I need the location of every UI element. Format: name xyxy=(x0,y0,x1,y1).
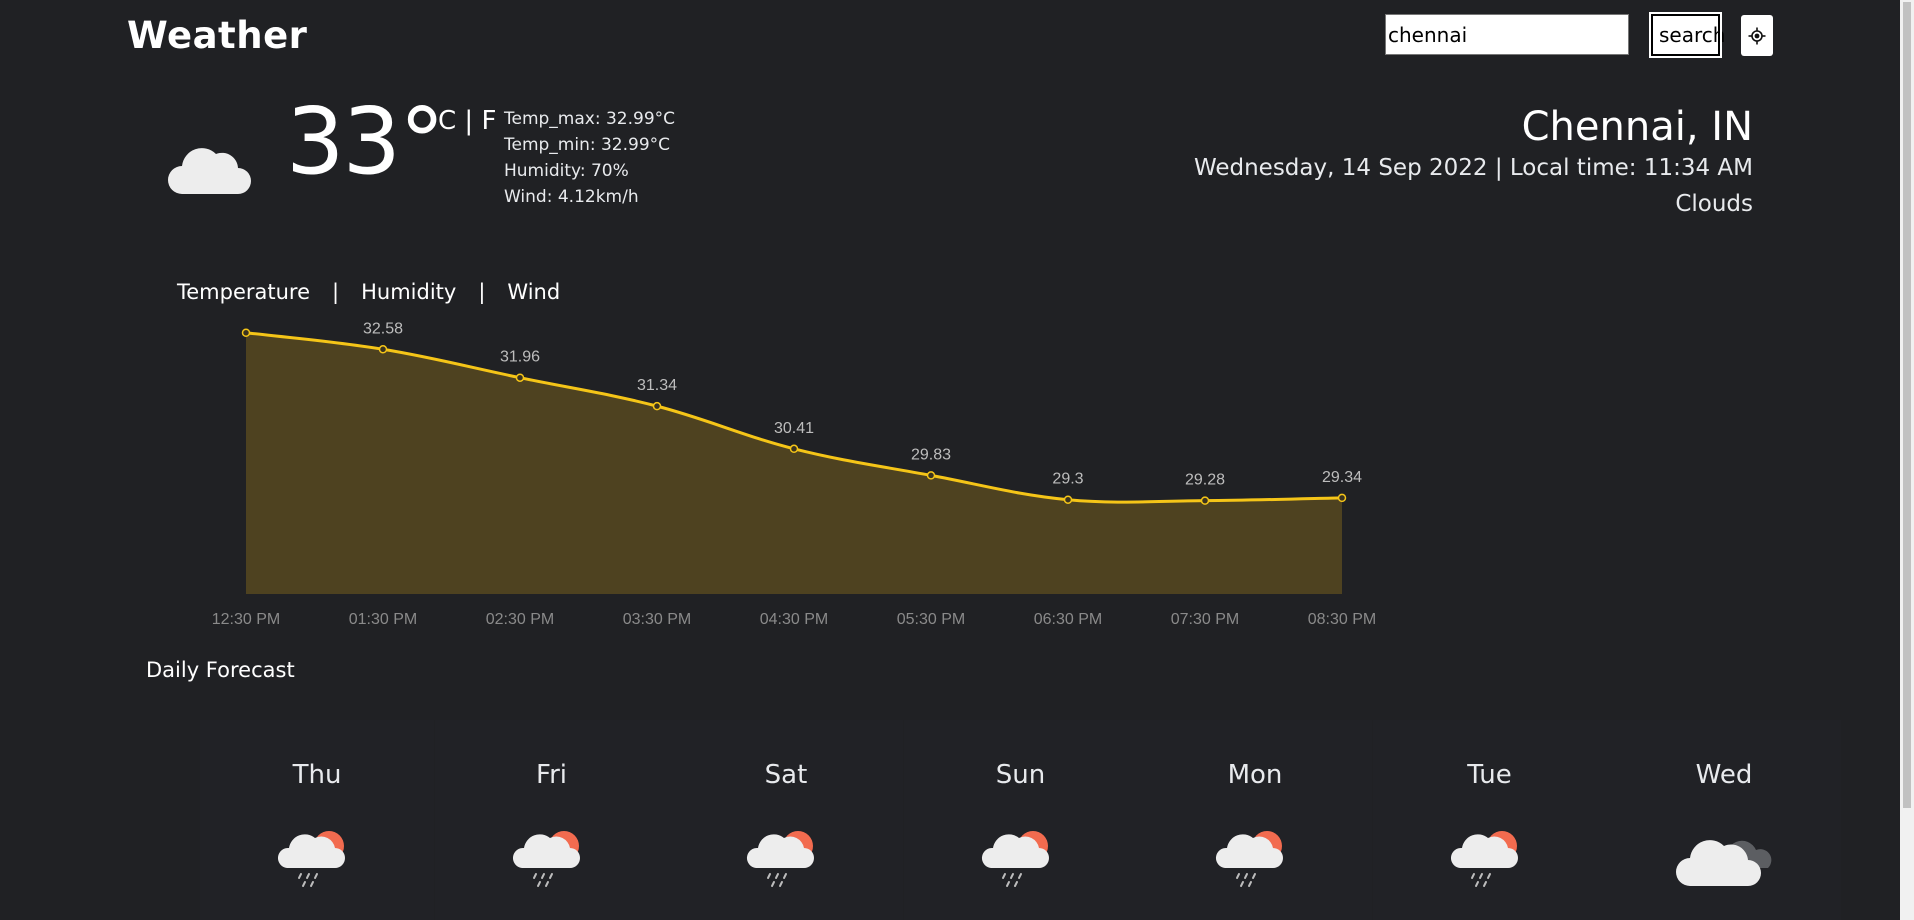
forecast-icon xyxy=(981,824,1061,898)
x-tick-label: 07:30 PM xyxy=(1171,611,1239,628)
tab-temperature[interactable]: Temperature xyxy=(177,280,310,304)
chart-point[interactable] xyxy=(789,444,799,454)
tab-wind[interactable]: Wind xyxy=(507,280,560,304)
search-input[interactable] xyxy=(1385,14,1629,55)
crosshair-icon xyxy=(1748,27,1766,44)
daily-forecast-title: Daily Forecast xyxy=(146,658,295,682)
local-datetime: Wednesday, 14 Sep 2022 | Local time: 11:… xyxy=(1193,155,1753,181)
rain-cloud-sun-icon xyxy=(981,831,1049,887)
tab-humidity[interactable]: Humidity xyxy=(361,280,456,304)
x-tick-label: 12:30 PM xyxy=(212,611,280,628)
humidity: Humidity: 70% xyxy=(504,161,629,181)
rain-cloud-sun-icon xyxy=(1215,831,1283,887)
forecast-icon xyxy=(512,824,592,898)
weather-condition: Clouds xyxy=(1675,191,1753,217)
forecast-day-name: Sun xyxy=(995,760,1046,790)
x-tick-label: 06:30 PM xyxy=(1034,611,1102,628)
chart-data-label: 32.58 xyxy=(363,322,403,337)
cloud-icon xyxy=(1676,840,1772,886)
chart-data-label: 31.96 xyxy=(500,349,540,366)
app-title: Weather xyxy=(127,14,308,57)
x-tick-label: 04:30 PM xyxy=(760,611,828,628)
forecast-day-tue: Tue xyxy=(1372,720,1607,920)
location-button[interactable] xyxy=(1741,15,1773,56)
x-tick-label: 03:30 PM xyxy=(623,611,691,628)
forecast-icon xyxy=(1676,824,1772,892)
chart-point[interactable] xyxy=(241,328,251,338)
daily-forecast: Thu Fri Sat Sun Mon Tue Wed xyxy=(200,720,1850,920)
unit-celsius[interactable]: C xyxy=(438,106,456,136)
chart-data-label: 29.3 xyxy=(1052,471,1083,488)
x-tick-label: 01:30 PM xyxy=(349,611,417,628)
chart-data-label: 29.34 xyxy=(1322,469,1362,486)
temperature-chart: 32.9412:30 PM32.5801:30 PM31.9602:30 PM3… xyxy=(212,322,1376,628)
forecast-icon xyxy=(746,824,826,898)
temp-min: Temp_min: 32.99°C xyxy=(504,135,671,155)
forecast-day-name: Fri xyxy=(536,760,567,790)
tab-separator: | xyxy=(478,280,486,304)
rain-cloud-sun-icon xyxy=(1450,831,1518,887)
unit-toggle: C | F xyxy=(438,106,496,136)
x-tick-label: 08:30 PM xyxy=(1308,611,1376,628)
forecast-day-name: Thu xyxy=(292,760,342,790)
chart-point[interactable] xyxy=(652,401,662,411)
chart-data-label: 30.41 xyxy=(774,420,814,437)
chart-point[interactable] xyxy=(378,345,388,354)
temp-max: Temp_max: 32.99°C xyxy=(504,109,676,129)
chart-data-label: 29.28 xyxy=(1185,472,1225,489)
rain-cloud-sun-icon xyxy=(277,831,345,887)
chart-point[interactable] xyxy=(1200,496,1210,505)
forecast-day-thu: Thu xyxy=(200,720,434,920)
chart-tabs: Temperature | Humidity | Wind xyxy=(177,280,560,304)
search-button[interactable]: search xyxy=(1649,12,1725,58)
tab-separator: | xyxy=(332,280,340,304)
forecast-day-mon: Mon xyxy=(1138,720,1372,920)
chart-point[interactable] xyxy=(926,471,936,480)
chart-point[interactable] xyxy=(515,373,525,382)
chart-area xyxy=(246,332,1342,594)
forecast-day-fri: Fri xyxy=(434,720,669,920)
current-weather-icon xyxy=(168,138,252,200)
rain-cloud-sun-icon xyxy=(746,831,814,887)
rain-cloud-sun-icon xyxy=(512,831,580,887)
x-tick-label: 02:30 PM xyxy=(486,611,554,628)
unit-fahrenheit[interactable]: F xyxy=(481,106,496,136)
chart-data-label: 31.34 xyxy=(637,377,677,394)
forecast-icon xyxy=(1215,824,1295,898)
forecast-day-name: Mon xyxy=(1227,760,1283,790)
forecast-day-name: Tue xyxy=(1467,760,1512,790)
cloud-icon xyxy=(168,148,251,194)
unit-separator: | xyxy=(464,106,474,136)
x-tick-label: 05:30 PM xyxy=(897,611,965,628)
chart-point[interactable] xyxy=(1063,495,1073,504)
forecast-day-wed: Wed xyxy=(1607,720,1841,920)
chart-point[interactable] xyxy=(1337,493,1347,503)
scrollbar[interactable] xyxy=(1900,0,1914,920)
forecast-icon xyxy=(1450,824,1530,898)
city-name: Chennai, IN xyxy=(1521,104,1753,150)
forecast-day-name: Wed xyxy=(1695,760,1753,790)
scrollbar-thumb[interactable] xyxy=(1903,2,1911,808)
weather-details: Temp_max: 32.99°C Temp_min: 32.99°C Humi… xyxy=(504,106,675,210)
forecast-day-sat: Sat xyxy=(669,720,903,920)
chart-data-label: 29.83 xyxy=(911,446,951,463)
forecast-day-name: Sat xyxy=(764,760,808,790)
wind: Wind: 4.12km/h xyxy=(504,187,639,207)
current-temperature: 33° xyxy=(286,88,445,195)
forecast-day-sun: Sun xyxy=(903,720,1138,920)
forecast-icon xyxy=(277,824,357,898)
